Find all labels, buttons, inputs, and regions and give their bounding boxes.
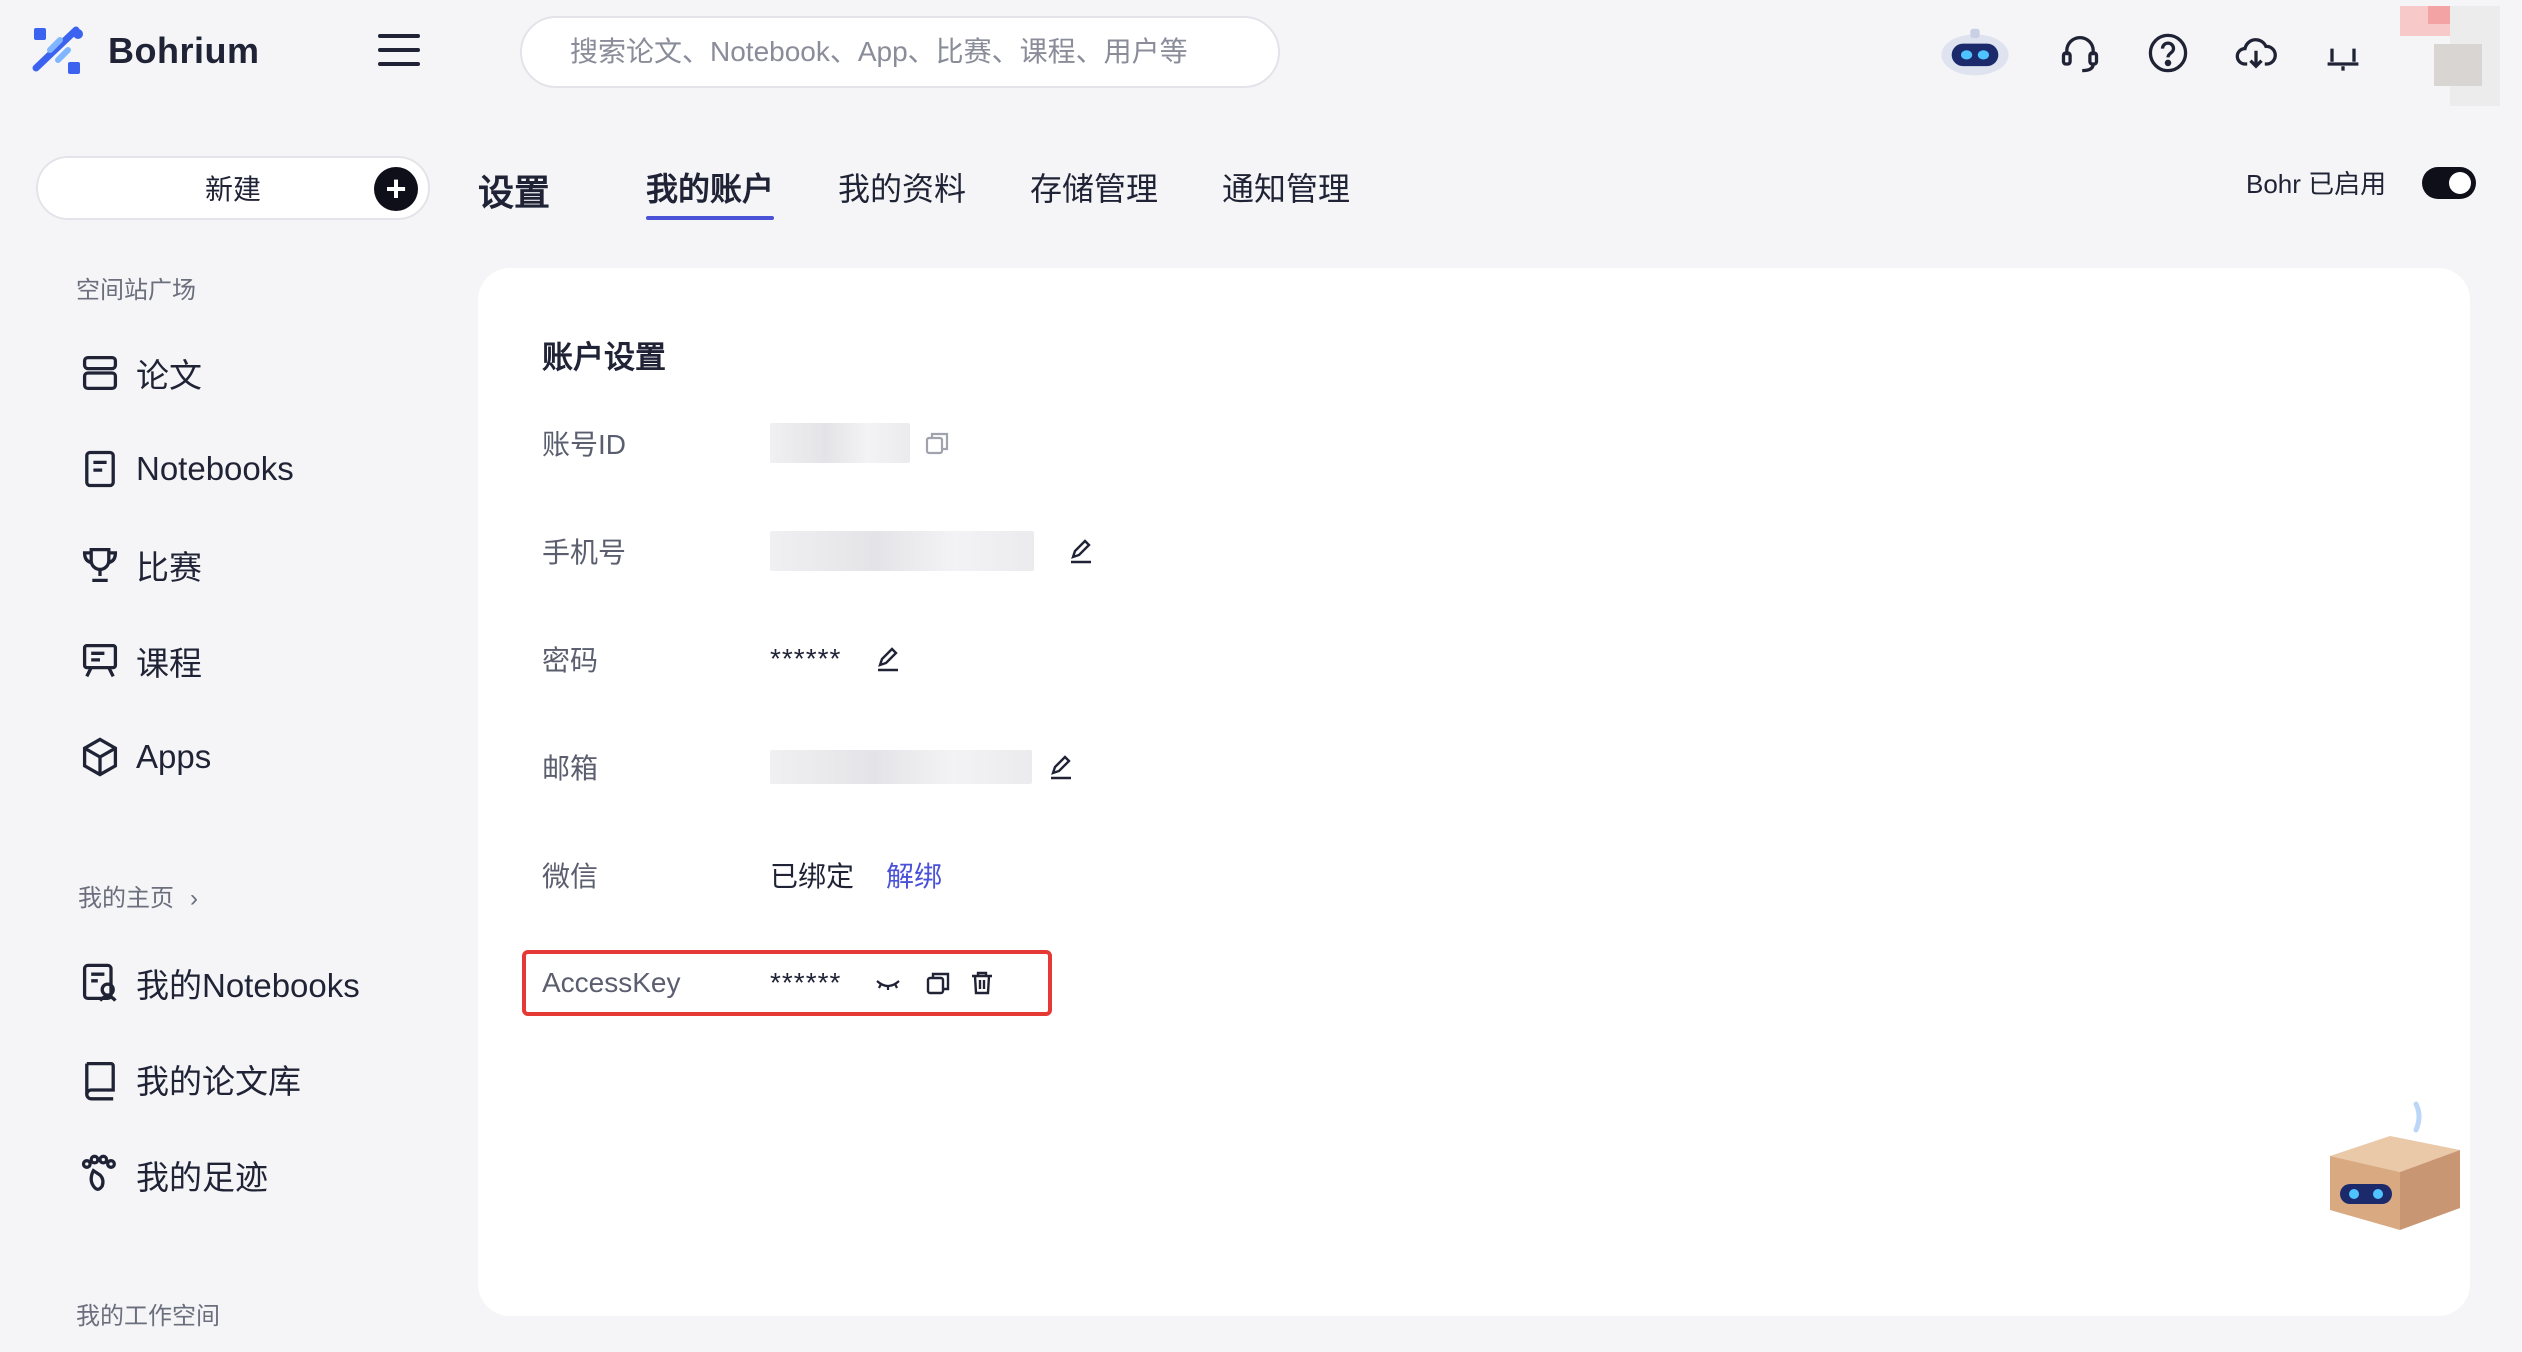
- account-settings-title: 账户设置: [542, 340, 666, 375]
- account-id-row: 账号ID: [542, 418, 954, 468]
- sidebar-item-my-library[interactable]: 我的论文库: [64, 1044, 444, 1114]
- account-id-value-masked: [770, 423, 910, 463]
- course-icon: [64, 639, 136, 683]
- phone-label: 手机号: [542, 537, 627, 568]
- chevron-right-icon: ›: [190, 885, 198, 912]
- sidebar-item-label: 比赛: [136, 549, 202, 586]
- accesskey-value: ******: [770, 967, 842, 998]
- cube-icon: [64, 735, 136, 779]
- email-row: 邮箱: [542, 742, 1078, 792]
- page-title: 设置: [478, 172, 551, 213]
- copy-icon[interactable]: [920, 426, 954, 460]
- accesskey-label: AccessKey: [542, 967, 681, 998]
- hamburger-menu-icon[interactable]: [378, 34, 420, 70]
- tab-storage[interactable]: 存储管理: [1030, 164, 1158, 210]
- account-id-label: 账号ID: [542, 429, 627, 460]
- trophy-icon: [64, 543, 136, 587]
- accesskey-row: AccessKey ******: [542, 958, 999, 1008]
- top-bar: Bohrium: [0, 0, 2522, 110]
- tab-notifications[interactable]: 通知管理: [1222, 164, 1350, 210]
- search-box[interactable]: [520, 16, 1280, 88]
- search-input[interactable]: [570, 36, 1278, 68]
- section-home-label: 我的主页: [78, 885, 174, 912]
- book-icon: [64, 1057, 136, 1101]
- footprint-icon: [64, 1153, 136, 1197]
- account-settings-card: 账户设置 账号ID 手机号 密码 ****** 邮箱 微信 已绑定 解绑 Acc…: [478, 268, 2470, 1316]
- cloud-download-icon[interactable]: [2221, 18, 2291, 88]
- bohr-toggle: Bohr 已启用: [2246, 164, 2477, 201]
- copy-accesskey-icon[interactable]: [921, 966, 955, 1000]
- active-tab-indicator: [646, 216, 774, 220]
- password-row: 密码 ******: [542, 634, 905, 684]
- help-icon[interactable]: [2133, 18, 2203, 88]
- wechat-label: 微信: [542, 861, 599, 892]
- tab-my-profile[interactable]: 我的资料: [838, 164, 966, 210]
- password-label: 密码: [542, 645, 599, 676]
- password-value: ******: [770, 643, 842, 674]
- app-logo[interactable]: Bohrium: [30, 22, 260, 80]
- settings-page: Bohrium 搜索论文、Notebook、App、比赛、课程、用户等 新建 +…: [0, 0, 2522, 1352]
- sidebar-item-label: 课程: [136, 645, 202, 682]
- sidebar-item-label: 我的论文库: [136, 1063, 301, 1100]
- phone-value-masked: [770, 531, 1034, 571]
- sidebar-item-courses[interactable]: 课程: [64, 626, 444, 696]
- email-value-masked: [770, 750, 1032, 784]
- sidebar-item-notebooks[interactable]: Notebooks: [64, 434, 444, 504]
- sidebar-item-label: Notebooks: [136, 450, 294, 487]
- tab-my-account[interactable]: 我的账户: [646, 164, 774, 210]
- paper-icon: [64, 351, 136, 395]
- wechat-row: 微信 已绑定 解绑: [542, 850, 942, 900]
- sidebar-item-my-footprints[interactable]: 我的足迹: [64, 1140, 444, 1210]
- bohr-toggle-label: Bohr 已启用: [2246, 169, 2387, 199]
- eye-closed-icon[interactable]: [871, 966, 905, 1000]
- sidebar-item-label: 我的足迹: [136, 1159, 268, 1196]
- sidebar-item-label: 我的Notebooks: [136, 967, 360, 1004]
- bohr-box-mascot-icon[interactable]: [2320, 1100, 2470, 1240]
- sidebar-item-label: Apps: [136, 738, 212, 775]
- section-home[interactable]: 我的主页 ›: [78, 878, 198, 913]
- sidebar: 新建 + 空间站广场 论文 Notebooks 比赛 课程 Apps 我的主页 …: [0, 110, 460, 1352]
- phone-row: 手机号: [542, 526, 1098, 576]
- bohrium-logo-icon: [32, 26, 83, 74]
- sidebar-item-papers[interactable]: 论文: [64, 338, 444, 408]
- wechat-unbind-link[interactable]: 解绑: [886, 855, 942, 895]
- new-button[interactable]: 新建 +: [36, 156, 430, 220]
- user-avatar[interactable]: [2400, 6, 2500, 106]
- sidebar-item-competitions[interactable]: 比赛: [64, 530, 444, 600]
- edit-email-icon[interactable]: [1044, 750, 1078, 784]
- bohr-toggle-switch[interactable]: [2422, 166, 2477, 199]
- edit-password-icon[interactable]: [871, 642, 905, 676]
- section-workspace: 我的工作空间: [76, 1303, 220, 1330]
- notebook-icon: [64, 447, 136, 491]
- delete-accesskey-icon[interactable]: [965, 966, 999, 1000]
- wechat-status: 已绑定: [770, 861, 855, 892]
- edit-phone-icon[interactable]: [1064, 534, 1098, 568]
- email-label: 邮箱: [542, 753, 599, 784]
- sidebar-item-label: 论文: [136, 357, 202, 394]
- plus-icon: +: [374, 167, 418, 211]
- app-name: Bohrium: [108, 30, 260, 71]
- sidebar-item-my-notebooks[interactable]: 我的Notebooks: [64, 948, 444, 1018]
- headset-support-icon[interactable]: [2045, 18, 2115, 88]
- notification-icon[interactable]: [2308, 18, 2378, 88]
- sidebar-item-apps[interactable]: Apps: [64, 722, 444, 792]
- new-button-label: 新建: [204, 174, 261, 205]
- section-station: 空间站广场: [76, 277, 196, 304]
- my-notebook-icon: [64, 961, 136, 1005]
- robot-assistant-icon[interactable]: [1930, 18, 2020, 88]
